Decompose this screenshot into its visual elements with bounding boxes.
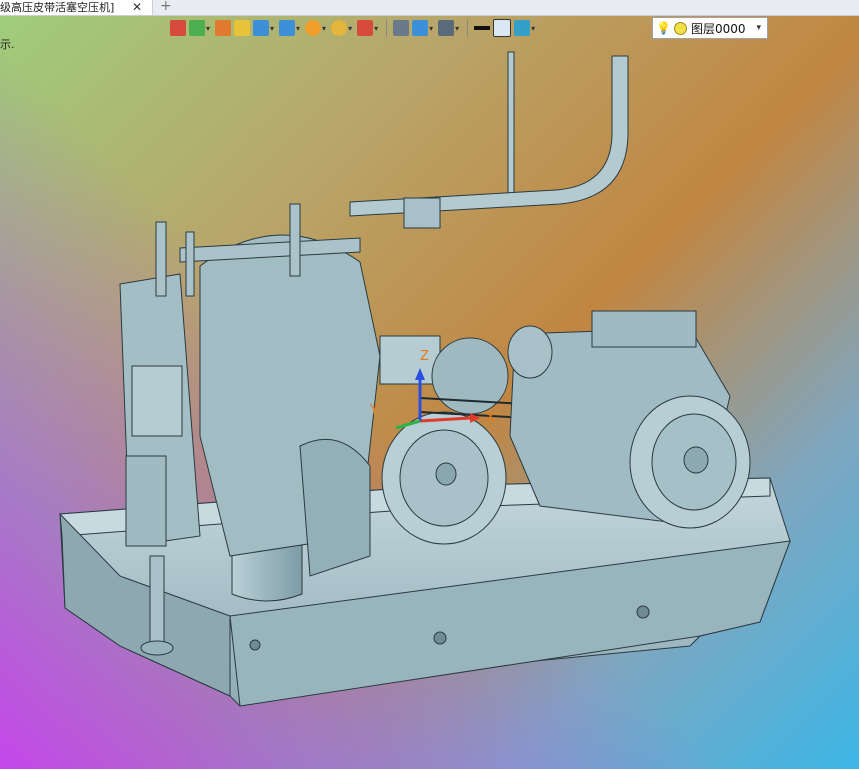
ruler-button[interactable]: ▾	[412, 17, 435, 39]
frame-icon	[393, 20, 410, 36]
axis-button[interactable]: ▾	[357, 17, 380, 39]
view-toolbar: ▾ ▾ ▾ ▾ ▾ ▾ ▾ ▾ ▾	[170, 16, 537, 40]
chevron-down-icon[interactable]: ▾	[206, 24, 210, 33]
layers-icon	[514, 20, 531, 36]
cube-blue-icon	[253, 20, 270, 36]
monitor-button[interactable]: ▾	[438, 17, 461, 39]
layer-name: 图层0000	[690, 21, 746, 36]
sun-button[interactable]: ▾	[305, 17, 328, 39]
y-axis-label: Y	[369, 403, 378, 418]
frame-button[interactable]	[393, 17, 410, 39]
layer-select[interactable]: 💡 图层0000 ▾	[652, 17, 768, 39]
paint-bucket-icon	[189, 20, 205, 36]
exit-icon	[170, 20, 186, 36]
chevron-down-icon[interactable]: ▾	[322, 24, 326, 33]
chevron-down-icon[interactable]: ▾	[455, 24, 459, 33]
chevron-down-icon[interactable]: ▾	[348, 24, 352, 33]
tab-bar: 级高压皮带活塞空压机] ✕ +	[0, 0, 859, 16]
cube-yellow-button[interactable]	[234, 17, 251, 39]
color-box-button[interactable]	[493, 17, 512, 39]
shaded-cube-button[interactable]: ▾	[279, 17, 302, 39]
chevron-down-icon[interactable]: ▾	[531, 24, 535, 33]
chevron-down-icon[interactable]: ▾	[756, 23, 761, 33]
shaded-cube-icon	[279, 20, 296, 36]
line-weight-icon	[474, 26, 491, 30]
x-axis-label: X	[486, 411, 495, 426]
layer-color-icon	[673, 21, 687, 35]
monitor-icon	[438, 20, 455, 36]
z-axis-label: Z	[420, 349, 429, 364]
document-tab[interactable]: 级高压皮带活塞空压机] ✕	[0, 0, 153, 15]
motor-terminal-box	[591, 310, 697, 348]
layers-button[interactable]: ▾	[514, 17, 537, 39]
chevron-down-icon[interactable]: ▾	[429, 24, 433, 33]
pen-button[interactable]	[215, 17, 232, 39]
toolbar-separator	[467, 19, 469, 37]
cube-blue-button[interactable]: ▾	[253, 17, 276, 39]
lightbulb-icon[interactable]: 💡	[656, 21, 671, 35]
ruler-icon	[412, 20, 429, 36]
discharge-pipe	[349, 55, 629, 217]
add-tab-button[interactable]: +	[160, 0, 172, 14]
exit-button[interactable]	[170, 17, 186, 39]
cylinder-head	[379, 335, 441, 385]
document-tab-title: 级高压皮带活塞空压机]	[0, 1, 115, 14]
magnifier-icon	[331, 20, 348, 36]
cube-yellow-icon	[234, 20, 251, 36]
chevron-down-icon[interactable]: ▾	[270, 24, 274, 33]
sun-icon	[305, 20, 322, 36]
viewport-hint: 示.	[0, 38, 15, 51]
line-weight-button[interactable]	[474, 17, 491, 39]
close-icon[interactable]: ✕	[128, 0, 146, 15]
chevron-down-icon[interactable]: ▾	[374, 24, 378, 33]
color-box-icon	[493, 19, 512, 37]
paint-bucket-button[interactable]: ▾	[189, 17, 212, 39]
pen-icon	[215, 20, 232, 36]
axis-icon	[357, 20, 374, 36]
magnifier-button[interactable]: ▾	[331, 17, 354, 39]
chevron-down-icon[interactable]: ▾	[296, 24, 300, 33]
toolbar-separator	[386, 19, 388, 37]
compressor-model[interactable]: X Y Z	[0, 16, 859, 769]
